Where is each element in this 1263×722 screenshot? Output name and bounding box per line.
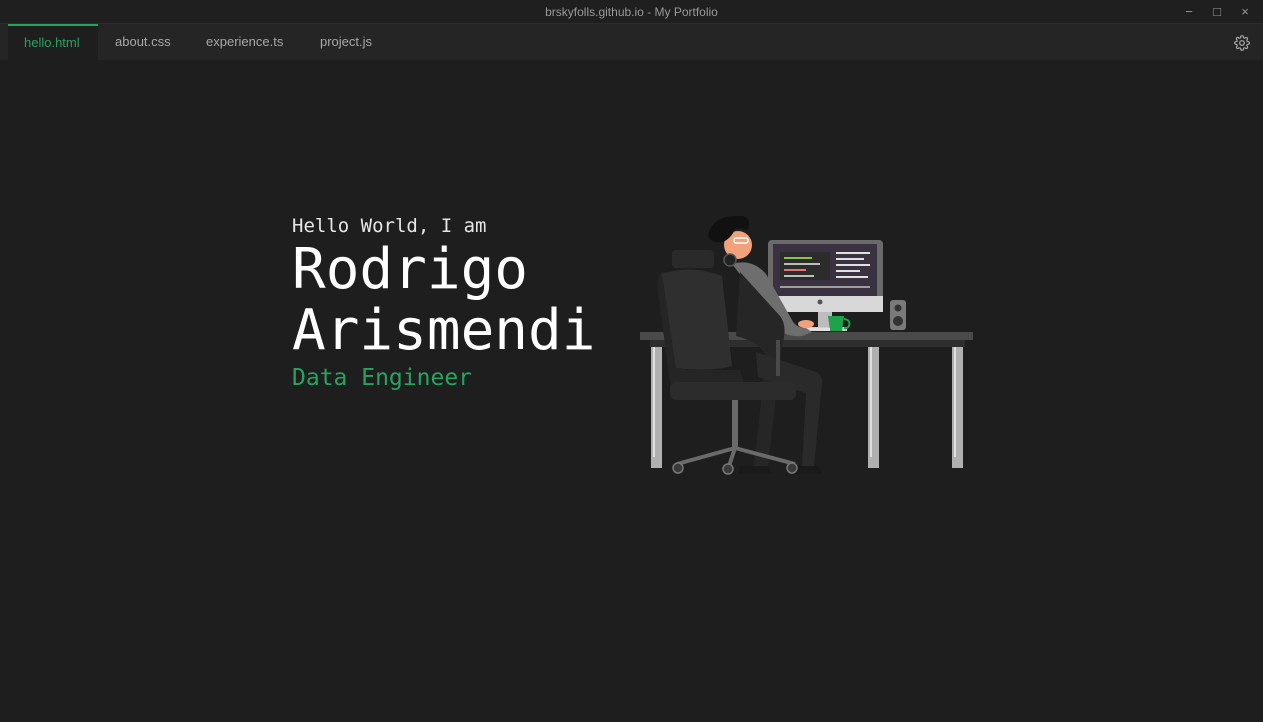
minimize-button[interactable]: − — [1179, 3, 1199, 21]
close-button[interactable]: × — [1235, 3, 1255, 21]
last-name: Arismendi — [292, 298, 596, 363]
tab-about-css[interactable]: about.css — [99, 24, 187, 60]
first-name: Rodrigo — [292, 237, 529, 302]
tab-hello-html[interactable]: hello.html — [8, 24, 98, 60]
gear-icon[interactable] — [1234, 35, 1250, 51]
greeting: Hello World, I am — [292, 215, 487, 237]
tab-project-js[interactable]: project.js — [304, 24, 388, 60]
tab-experience-ts[interactable]: experience.ts — [190, 24, 299, 60]
maximize-button[interactable]: □ — [1207, 3, 1227, 21]
tab-bar: hello.html about.css experience.ts proje… — [0, 24, 1263, 60]
role-title: Data Engineer — [292, 365, 473, 391]
developer-at-desk-illustration — [640, 215, 973, 475]
title-bar: brskyfolls.github.io - My Portfolio − □ … — [0, 0, 1263, 24]
hero: Hello World, I am Rodrigo Arismendi Data… — [292, 213, 595, 393]
window-title: brskyfolls.github.io - My Portfolio — [545, 5, 718, 19]
